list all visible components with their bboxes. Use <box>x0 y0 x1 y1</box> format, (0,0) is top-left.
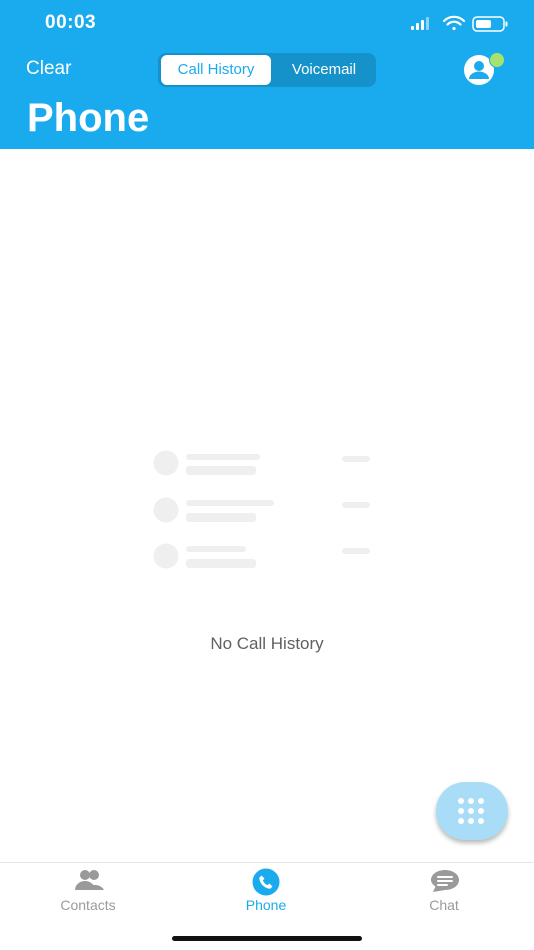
chat-icon <box>431 870 459 892</box>
presence-dot <box>489 52 505 68</box>
tab-chat-label: Chat <box>429 897 459 913</box>
tab-phone-label: Phone <box>245 897 287 913</box>
contacts-icon <box>75 870 104 890</box>
battery-icon <box>472 16 508 32</box>
tab-chat[interactable]: Chat <box>384 863 504 923</box>
empty-state-message: No Call History <box>210 634 324 653</box>
page-title: Phone <box>27 96 150 140</box>
status-time: 00:03 <box>45 12 97 33</box>
clear-button[interactable]: Clear <box>26 58 71 80</box>
phone-icon <box>252 868 280 896</box>
wifi-icon <box>442 15 466 31</box>
tab-call-history[interactable]: Call History <box>161 55 271 85</box>
profile-avatar-button[interactable] <box>461 50 509 86</box>
dialpad-button[interactable] <box>436 782 508 840</box>
call-history-placeholder-illustration <box>153 450 370 569</box>
tab-phone[interactable]: Phone <box>206 863 326 923</box>
header-bar: 00:03 Clear Call History Voicemail Phone <box>0 0 534 149</box>
status-icons <box>411 15 508 32</box>
dialpad-icon <box>458 798 484 824</box>
tab-voicemail[interactable]: Voicemail <box>276 55 372 85</box>
home-indicator <box>172 936 362 941</box>
cellular-signal-icon <box>411 17 429 30</box>
tab-contacts[interactable]: Contacts <box>28 863 148 923</box>
tab-contacts-label: Contacts <box>60 897 116 913</box>
view-segmented-control: Call History Voicemail <box>158 53 376 87</box>
